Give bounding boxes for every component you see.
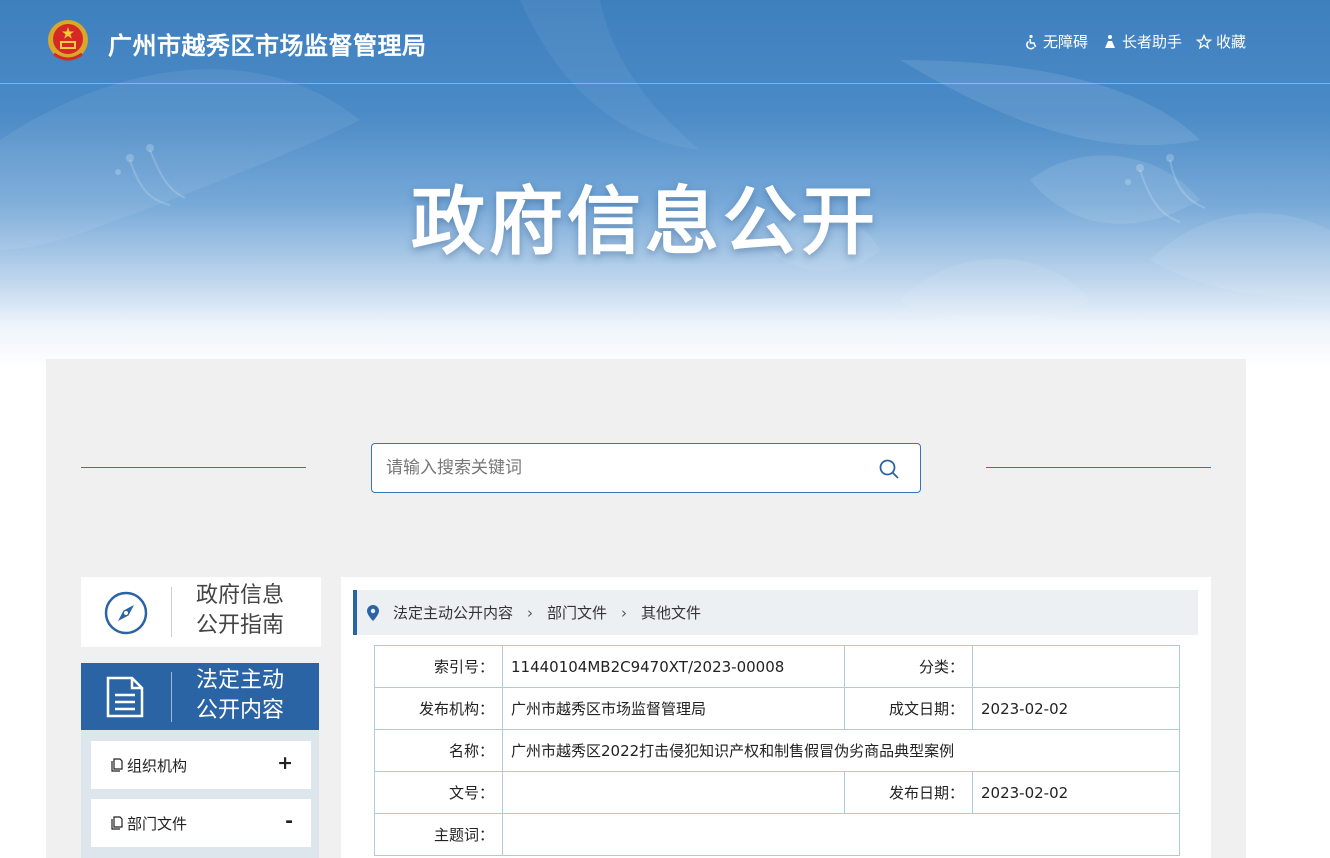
sidebar-item-disclosure-guide[interactable]: 政府信息 公开指南	[81, 577, 321, 647]
publish-date-value: 2023-02-02	[972, 771, 1180, 814]
guide-card-label-line2: 公开指南	[196, 613, 285, 638]
breadcrumb-item[interactable]: 部门文件	[547, 602, 607, 623]
doc-number-value	[502, 771, 845, 814]
search-box	[371, 443, 921, 493]
search-icon[interactable]	[878, 458, 900, 480]
sidebar-item-statutory-disclosure[interactable]: 法定主动 公开内容	[81, 663, 319, 730]
card-divider	[171, 672, 172, 722]
active-card-label-line2: 公开内容	[196, 698, 285, 723]
index-value: 11440104MB2C9470XT/2023-00008	[502, 645, 845, 688]
sidebar-item-department-docs[interactable]: 部门文件 -	[91, 799, 311, 847]
table-row: 文号： 发布日期： 2023-02-02	[374, 771, 1180, 814]
sidebar-submenu: 组织机构 + 部门文件 -	[81, 730, 319, 858]
table-row: 发布机构： 广州市越秀区市场监督管理局 成文日期： 2023-02-02	[374, 687, 1180, 730]
top-bar: 广州市越秀区市场监督管理局 无障碍 长者助手 收藏	[0, 0, 1330, 84]
wheelchair-icon	[1026, 34, 1037, 49]
accessibility-link-label: 无障碍	[1042, 33, 1088, 51]
breadcrumb: 法定主动公开内容 › 部门文件 › 其他文件	[353, 590, 1198, 635]
written-date-value: 2023-02-02	[972, 687, 1180, 730]
chevron-right-icon: ›	[527, 603, 534, 622]
guide-card-label-line1: 政府信息	[196, 583, 285, 608]
file-icon	[111, 816, 123, 830]
favorite-link-label: 收藏	[1215, 33, 1246, 51]
active-card-label: 法定主动 公开内容	[196, 666, 316, 726]
location-pin-icon	[367, 604, 379, 621]
accessibility-link[interactable]: 无障碍	[1023, 31, 1088, 52]
breadcrumb-item[interactable]: 其他文件	[641, 602, 701, 623]
name-label: 名称：	[374, 729, 503, 772]
sidebar-item-label: 部门文件	[127, 815, 188, 833]
category-label: 分类：	[844, 645, 973, 688]
content-panel: 法定主动公开内容 › 部门文件 › 其他文件 索引号： 11440104MB2C…	[341, 577, 1211, 858]
publisher-label: 发布机构：	[374, 687, 503, 730]
name-value: 广州市越秀区2022打击侵犯知识产权和制售假冒伪劣商品典型案例	[502, 729, 1180, 772]
elder-helper-icon	[1104, 34, 1115, 48]
national-emblem-logo	[48, 20, 88, 61]
top-links: 无障碍 长者助手 收藏	[1023, 31, 1246, 52]
table-row: 索引号： 11440104MB2C9470XT/2023-00008 分类：	[374, 645, 1180, 688]
guide-card-label: 政府信息 公开指南	[196, 581, 316, 641]
subject-label: 主题词：	[374, 813, 503, 856]
elder-helper-link[interactable]: 长者助手	[1102, 31, 1182, 52]
subject-value	[502, 813, 1180, 856]
breadcrumb-item[interactable]: 法定主动公开内容	[393, 602, 513, 623]
publisher-value: 广州市越秀区市场监督管理局	[502, 687, 845, 730]
sidebar-item-label: 组织机构	[127, 757, 188, 775]
active-card-label-line1: 法定主动	[196, 668, 285, 693]
card-divider	[171, 587, 172, 637]
category-value	[972, 645, 1180, 688]
compass-icon	[104, 591, 148, 635]
table-row: 主题词：	[374, 813, 1180, 856]
document-meta-table: 索引号： 11440104MB2C9470XT/2023-00008 分类： 发…	[374, 645, 1180, 856]
written-date-label: 成文日期：	[844, 687, 973, 730]
search-divider-left	[81, 467, 306, 468]
star-icon	[1195, 33, 1212, 49]
main-area: 政府信息 公开指南 法定主动 公开内容 组织机构 +	[46, 359, 1246, 858]
index-label: 索引号：	[374, 645, 503, 688]
table-row: 名称： 广州市越秀区2022打击侵犯知识产权和制售假冒伪劣商品典型案例	[374, 729, 1180, 772]
publish-date-label: 发布日期：	[844, 771, 973, 814]
collapse-toggle[interactable]: -	[285, 810, 293, 832]
site-title: 广州市越秀区市场监督管理局	[108, 32, 427, 60]
search-divider-right	[986, 467, 1211, 468]
file-icon	[111, 758, 123, 772]
elder-helper-link-label: 长者助手	[1121, 33, 1182, 51]
expand-toggle[interactable]: +	[277, 752, 293, 774]
banner-title: 政府信息公开	[411, 179, 879, 265]
chevron-right-icon: ›	[621, 603, 628, 622]
favorite-link[interactable]: 收藏	[1195, 31, 1246, 52]
doc-number-label: 文号：	[374, 771, 503, 814]
document-icon	[106, 676, 144, 718]
header-banner: 广州市越秀区市场监督管理局 无障碍 长者助手 收藏 政府信息公开	[0, 0, 1330, 370]
search-input[interactable]	[386, 444, 856, 492]
sidebar-item-organization[interactable]: 组织机构 +	[91, 741, 311, 789]
